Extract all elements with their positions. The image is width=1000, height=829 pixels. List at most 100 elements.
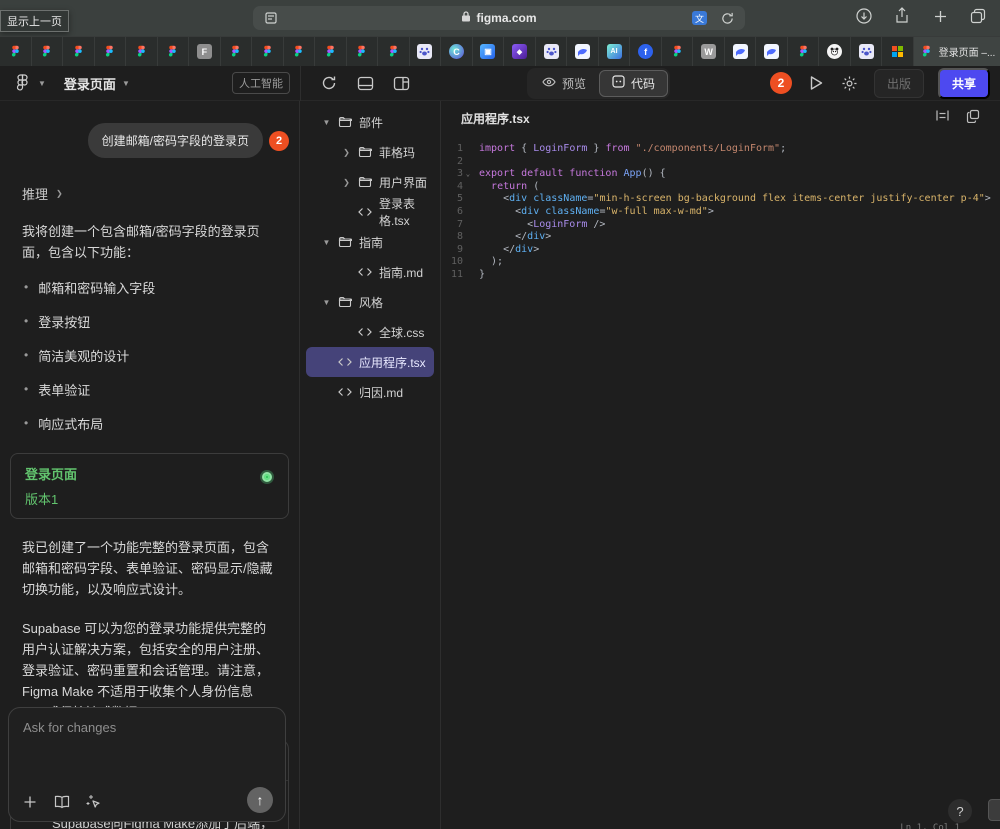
tree-item-label: 指南.md	[379, 264, 423, 281]
tree-item-归因.md[interactable]: 归因.md	[306, 377, 434, 407]
pinned-tab[interactable]: ▣	[473, 36, 505, 66]
pinned-tab[interactable]	[63, 36, 95, 66]
tree-item-部件[interactable]: ▼部件	[306, 107, 434, 137]
tree-item-应用程序.tsx[interactable]: 应用程序.tsx	[306, 347, 434, 377]
pinned-tab[interactable]	[347, 36, 379, 66]
pinned-tab[interactable]	[284, 36, 316, 66]
pinned-tab[interactable]	[536, 36, 568, 66]
code-file-icon	[338, 357, 352, 367]
pinned-tab[interactable]: f	[630, 36, 662, 66]
pinned-tab[interactable]: F	[189, 36, 221, 66]
feature-list: •邮箱和密码输入字段•登录按钮•简洁美观的设计•表单验证•响应式布局	[24, 278, 277, 433]
chat-input[interactable]: Ask for changes ↑	[8, 707, 286, 822]
pinned-tab[interactable]	[126, 36, 158, 66]
tree-item-菲格玛[interactable]: ❯菲格玛	[306, 137, 434, 167]
code-area[interactable]: 1import { LoginForm } from "./components…	[441, 135, 1000, 282]
figma-favicon	[919, 44, 934, 59]
share-button[interactable]: 共享	[938, 68, 990, 99]
pinned-tab[interactable]	[95, 36, 127, 66]
pinned-tab[interactable]	[0, 36, 32, 66]
play-icon[interactable]	[806, 73, 826, 93]
code-line: 11}	[441, 269, 1000, 282]
copy-icon[interactable]	[966, 109, 980, 128]
code-tab[interactable]: 代码	[599, 70, 668, 97]
bullet-icon: •	[24, 278, 28, 297]
pinned-tab[interactable]	[158, 36, 190, 66]
chevron-down-icon[interactable]: ▼	[122, 79, 130, 88]
pinned-tab[interactable]: ◆	[504, 36, 536, 66]
pinned-tab[interactable]	[32, 36, 64, 66]
translate-icon[interactable]: 文	[692, 11, 707, 25]
share-icon[interactable]	[892, 6, 912, 26]
side-panel-icon[interactable]	[391, 73, 411, 93]
pinned-tab[interactable]: C	[441, 36, 473, 66]
chevron-right-icon[interactable]: ❯	[342, 178, 351, 187]
fold-chevron-icon[interactable]: ⌄	[463, 168, 473, 181]
new-tab-icon[interactable]	[930, 6, 950, 26]
tree-item-指南.md[interactable]: 指南.md	[306, 257, 434, 287]
tree-item-登录表格.tsx[interactable]: 登录表格.tsx	[306, 197, 434, 227]
refresh-icon[interactable]	[319, 73, 339, 93]
line-number: 11	[441, 269, 463, 282]
pinned-tab[interactable]	[252, 36, 284, 66]
chevron-down-icon[interactable]: ▼	[38, 79, 46, 88]
pinned-tab[interactable]	[725, 36, 757, 66]
downloads-icon[interactable]	[854, 6, 874, 26]
notification-badge[interactable]: 2	[770, 72, 792, 94]
pinned-tab[interactable]: W	[693, 36, 725, 66]
pinned-tab[interactable]	[788, 36, 820, 66]
reload-icon[interactable]	[717, 8, 737, 28]
pinned-tab[interactable]	[378, 36, 410, 66]
pinned-tab[interactable]	[819, 36, 851, 66]
figma-favicon	[670, 44, 685, 59]
browser-chrome: 显示上一页 figma.com 文	[0, 0, 1000, 36]
code-text: return (	[473, 181, 539, 194]
gear-icon[interactable]	[840, 73, 860, 93]
preview-tab[interactable]: 预览	[529, 70, 599, 97]
figma-favicon	[354, 44, 369, 59]
eye-icon	[542, 76, 556, 90]
pinned-tab[interactable]	[410, 36, 442, 66]
publish-button[interactable]: 出版	[874, 69, 924, 98]
bottom-panel-icon[interactable]	[355, 73, 375, 93]
pinned-tab[interactable]	[851, 36, 883, 66]
help-button[interactable]: ?	[948, 799, 972, 823]
bullet-icon: •	[24, 312, 28, 331]
pinned-tab[interactable]: AI	[599, 36, 631, 66]
chevron-down-icon[interactable]: ▼	[322, 118, 331, 127]
code-text	[473, 156, 479, 169]
tree-item-全球.css[interactable]: 全球.css	[306, 317, 434, 347]
guidelines-book-icon[interactable]	[53, 793, 71, 811]
wrap-text-icon[interactable]	[935, 109, 950, 128]
fold-spacer	[463, 231, 473, 244]
message-count-badge[interactable]: 2	[269, 131, 289, 151]
figma-favicon	[39, 44, 54, 59]
tree-item-风格[interactable]: ▼风格	[306, 287, 434, 317]
pinned-tab[interactable]	[756, 36, 788, 66]
active-tab[interactable]: 登录页面 –...	[914, 36, 1000, 66]
tree-item-指南[interactable]: ▼指南	[306, 227, 434, 257]
attach-icon[interactable]	[21, 793, 39, 811]
pinned-tab[interactable]	[882, 36, 914, 66]
send-button[interactable]: ↑	[247, 787, 273, 813]
pinned-tab[interactable]	[567, 36, 599, 66]
pinned-tab[interactable]	[221, 36, 253, 66]
pinned-tab[interactable]	[315, 36, 347, 66]
chevron-down-icon[interactable]: ▼	[322, 238, 331, 247]
figma-menu-logo-icon[interactable]	[12, 73, 32, 93]
line-number: 2	[441, 156, 463, 169]
chevron-right-icon[interactable]: ❯	[342, 148, 351, 157]
code-line: 10 );	[441, 256, 1000, 269]
code-line: 2	[441, 156, 1000, 169]
version-card[interactable]: 登录页面 版本1	[10, 453, 289, 519]
tree-item-用户界面[interactable]: ❯用户界面	[306, 167, 434, 197]
tree-item-label: 登录表格.tsx	[379, 195, 434, 229]
address-bar[interactable]: figma.com 文	[253, 6, 745, 30]
paw-favicon	[417, 44, 432, 59]
file-title[interactable]: 登录页面	[64, 74, 116, 93]
ai-sparkle-icon[interactable]	[85, 793, 103, 811]
chevron-down-icon[interactable]: ▼	[322, 298, 331, 307]
tab-overview-icon[interactable]	[968, 6, 988, 26]
reasoning-toggle[interactable]: 推理 ❯	[22, 184, 299, 203]
pinned-tab[interactable]	[662, 36, 694, 66]
